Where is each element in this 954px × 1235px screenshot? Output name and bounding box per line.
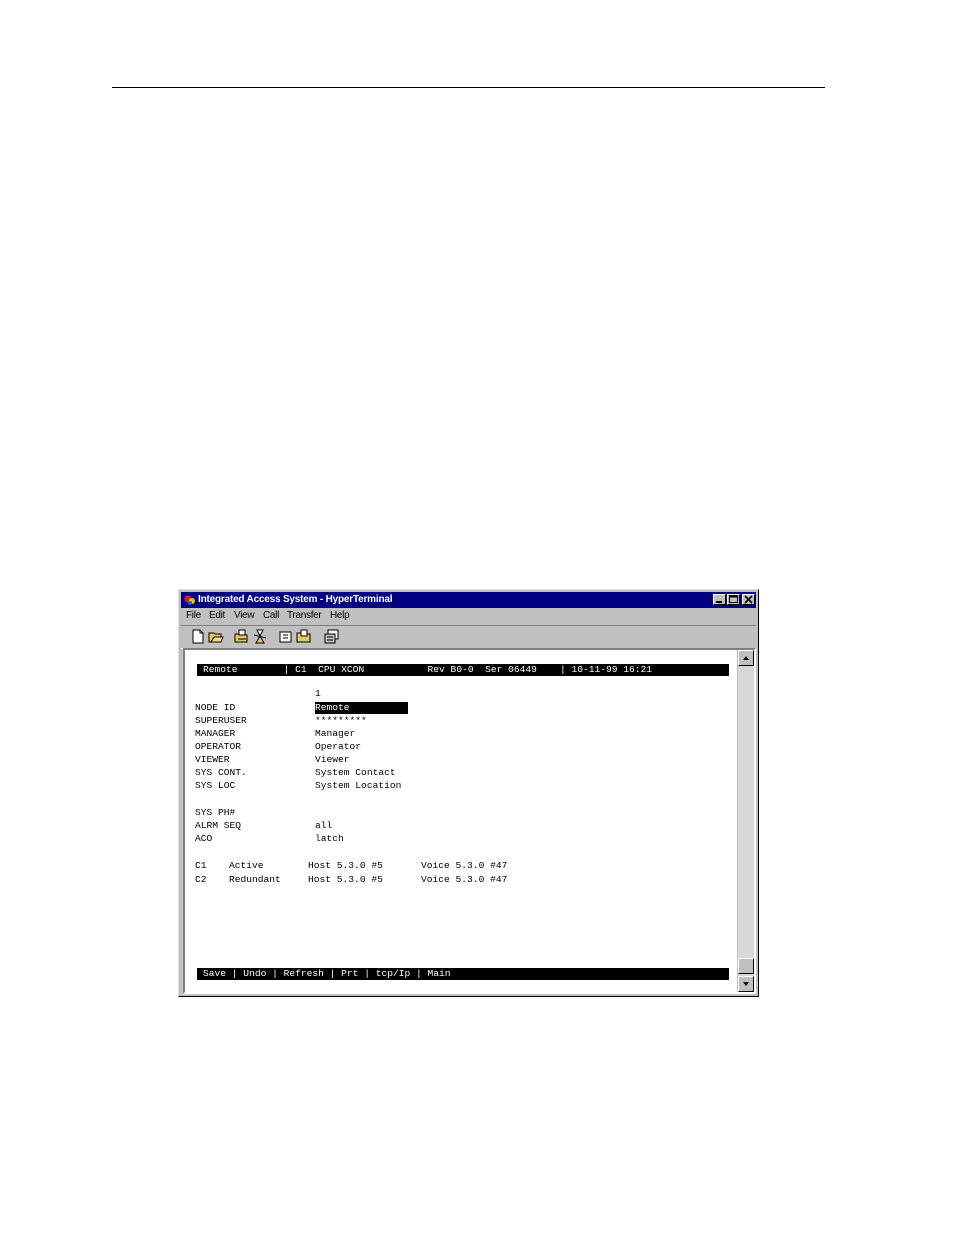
field-label: MANAGER [195, 728, 236, 739]
operator-field[interactable]: Operator [315, 741, 361, 753]
open-file-icon[interactable] [208, 629, 224, 644]
window-title: Integrated Access System - HyperTerminal [198, 594, 393, 605]
scroll-up-button[interactable] [738, 650, 754, 666]
menu-transfer[interactable]: Transfer [287, 610, 322, 621]
card-host-version: Host 5.3.0 #5 [308, 860, 383, 871]
menu-help[interactable]: Help [330, 610, 350, 621]
manager-field[interactable]: Manager [315, 728, 355, 740]
scroll-down-button[interactable] [738, 976, 754, 992]
node-id-field[interactable]: Remote [315, 702, 408, 714]
hyperterminal-app-icon[interactable] [184, 594, 196, 606]
scroll-thumb[interactable] [738, 958, 754, 974]
maximize-button[interactable] [727, 594, 740, 605]
command-bar[interactable]: Save | Undo | Refresh | Prt | tcp/Ip | M… [197, 968, 729, 980]
close-button[interactable] [742, 594, 755, 605]
superuser-field[interactable]: ********* [315, 715, 367, 727]
field-label: VIEWER [195, 754, 230, 765]
field-label: NODE ID [195, 702, 236, 713]
page-rule [112, 87, 825, 88]
sys-contact-field[interactable]: System Contact [315, 767, 396, 779]
vertical-scrollbar[interactable] [737, 650, 754, 992]
field-label: SYS LOC [195, 780, 236, 791]
alarm-seq-field[interactable]: all [315, 820, 332, 832]
field-label: OPERATOR [195, 741, 242, 752]
terminal-header-bar: Remote | C1 CPU XCON Rev B0-0 Ser 06449 … [197, 664, 729, 676]
viewer-field[interactable]: Viewer [315, 754, 350, 766]
menu-call[interactable]: Call [263, 610, 279, 621]
connect-icon[interactable] [234, 629, 250, 644]
field-label: SYS CONT. [195, 767, 247, 778]
menu-edit[interactable]: Edit [209, 610, 225, 621]
field-label: SUPERUSER [195, 715, 247, 726]
terminal-client-area[interactable]: Remote | C1 CPU XCON Rev B0-0 Ser 06449 … [183, 648, 756, 994]
hyperterminal-window: Integrated Access System - HyperTerminal… [178, 589, 759, 997]
menu-view[interactable]: View [234, 610, 255, 621]
title-bar[interactable]: Integrated Access System - HyperTerminal [181, 592, 756, 608]
new-file-icon[interactable] [190, 629, 206, 644]
properties-icon[interactable] [324, 629, 340, 644]
field-label: SYS PH# [195, 807, 236, 818]
sys-location-field[interactable]: System Location [315, 780, 401, 792]
card-voice-version: Voice 5.3.0 #47 [421, 874, 508, 885]
card-slot: C1 [195, 860, 207, 871]
column-number: 1 [315, 688, 321, 699]
card-state: Redundant [229, 874, 281, 885]
card-slot: C2 [195, 874, 207, 885]
aco-field[interactable]: latch [315, 833, 344, 845]
disconnect-icon[interactable] [252, 629, 268, 644]
receive-icon[interactable] [296, 629, 312, 644]
toolbar [181, 625, 756, 649]
card-state: Active [229, 860, 264, 871]
send-icon[interactable] [278, 629, 294, 644]
terminal-screen[interactable]: Remote | C1 CPU XCON Rev B0-0 Ser 06449 … [195, 660, 731, 986]
card-voice-version: Voice 5.3.0 #47 [421, 860, 508, 871]
card-host-version: Host 5.3.0 #5 [308, 874, 383, 885]
field-label: ACO [195, 833, 213, 844]
menu-file[interactable]: File [186, 610, 201, 621]
field-label: ALRM SEQ [195, 820, 242, 831]
minimize-button[interactable] [713, 594, 726, 605]
